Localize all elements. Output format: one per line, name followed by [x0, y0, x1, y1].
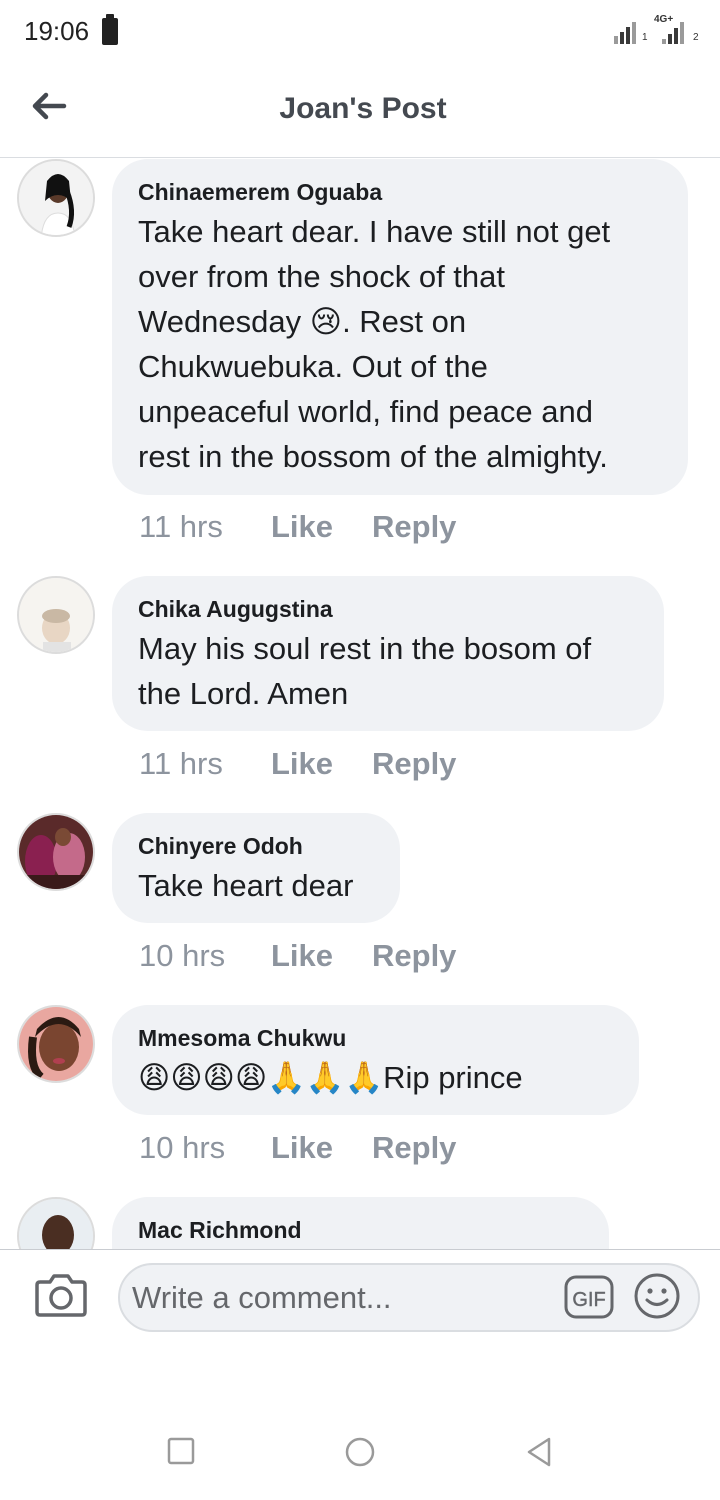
recents-square-icon[interactable] [166, 1436, 196, 1466]
comment-text: May his soul rest in the bosom of the Lo… [138, 631, 592, 711]
reply-button[interactable]: Reply [372, 1130, 456, 1165]
page-title: Joan's Post [279, 92, 447, 125]
comment-author[interactable]: Chinaemerem Oguaba [138, 177, 662, 207]
back-triangle-icon[interactable] [524, 1436, 554, 1467]
comment-author[interactable]: Mmesoma Chukwu [138, 1023, 613, 1053]
smiley-icon[interactable] [632, 1271, 682, 1321]
comment-input[interactable] [132, 1273, 552, 1323]
gif-button[interactable]: GIF [564, 1274, 614, 1320]
comment-actions: 11 hrs Like Reply [139, 746, 456, 782]
avatar[interactable] [17, 813, 95, 891]
avatar[interactable] [17, 576, 95, 654]
comment-bubble: Chinyere Odoh Take heart dear [112, 813, 400, 923]
home-circle-icon[interactable] [344, 1436, 375, 1467]
sim2-signal-icon [662, 20, 692, 44]
avatar[interactable] [17, 1005, 95, 1083]
sim1-label: 1 [642, 32, 648, 43]
comment-text: 😩😩😩😩🙏🙏🙏Rip prince [138, 1060, 523, 1095]
like-button[interactable]: Like [271, 1130, 372, 1166]
comment-author[interactable]: Mac Richmond [138, 1215, 583, 1245]
comment-actions: 10 hrs Like Reply [139, 1130, 456, 1166]
comment-composer: GIF [0, 1249, 720, 1349]
comment-list: Chinaemerem Oguaba Take heart dear. I ha… [0, 159, 720, 1249]
comment-bubble: Mmesoma Chukwu 😩😩😩😩🙏🙏🙏Rip prince [112, 1005, 639, 1115]
like-button[interactable]: Like [271, 746, 372, 782]
comment-bubble: Chika Augugstina May his soul rest in th… [112, 576, 664, 731]
system-nav-bar [0, 1400, 720, 1500]
battery-icon [102, 14, 118, 45]
comment-actions: 10 hrs Like Reply [139, 938, 456, 974]
avatar[interactable] [17, 1197, 95, 1249]
reply-button[interactable]: Reply [372, 938, 456, 973]
comment-author[interactable]: Chika Augugstina [138, 594, 638, 624]
status-time: 19:06 [24, 16, 90, 46]
sim1-signal-icon [614, 20, 644, 44]
comment-author[interactable]: Chinyere Odoh [138, 831, 374, 861]
status-bar: 19:06 1 4G+ 2 [0, 0, 720, 62]
reply-button[interactable]: Reply [372, 509, 456, 544]
comment-bubble: Chinaemerem Oguaba Take heart dear. I ha… [112, 159, 688, 495]
comment-text: Take heart dear. I have still not get ov… [138, 214, 611, 474]
header: Joan's Post [0, 62, 720, 158]
comment-input-box: GIF [118, 1263, 700, 1332]
like-button[interactable]: Like [271, 938, 372, 974]
comment-time: 11 hrs [139, 746, 223, 781]
comment-actions: 11 hrs Like Reply [139, 509, 456, 545]
comment-text: Take heart dear [138, 868, 354, 903]
comment-time: 11 hrs [139, 509, 223, 544]
gif-label: GIF [572, 1289, 605, 1311]
avatar[interactable] [17, 159, 95, 237]
sim2-label: 2 [693, 32, 699, 43]
comment-time: 10 hrs [139, 938, 226, 973]
reply-button[interactable]: Reply [372, 746, 456, 781]
comment-bubble: Mac Richmond [112, 1197, 609, 1249]
comment-time: 10 hrs [139, 1130, 226, 1165]
like-button[interactable]: Like [271, 509, 372, 545]
camera-icon[interactable] [34, 1272, 88, 1318]
